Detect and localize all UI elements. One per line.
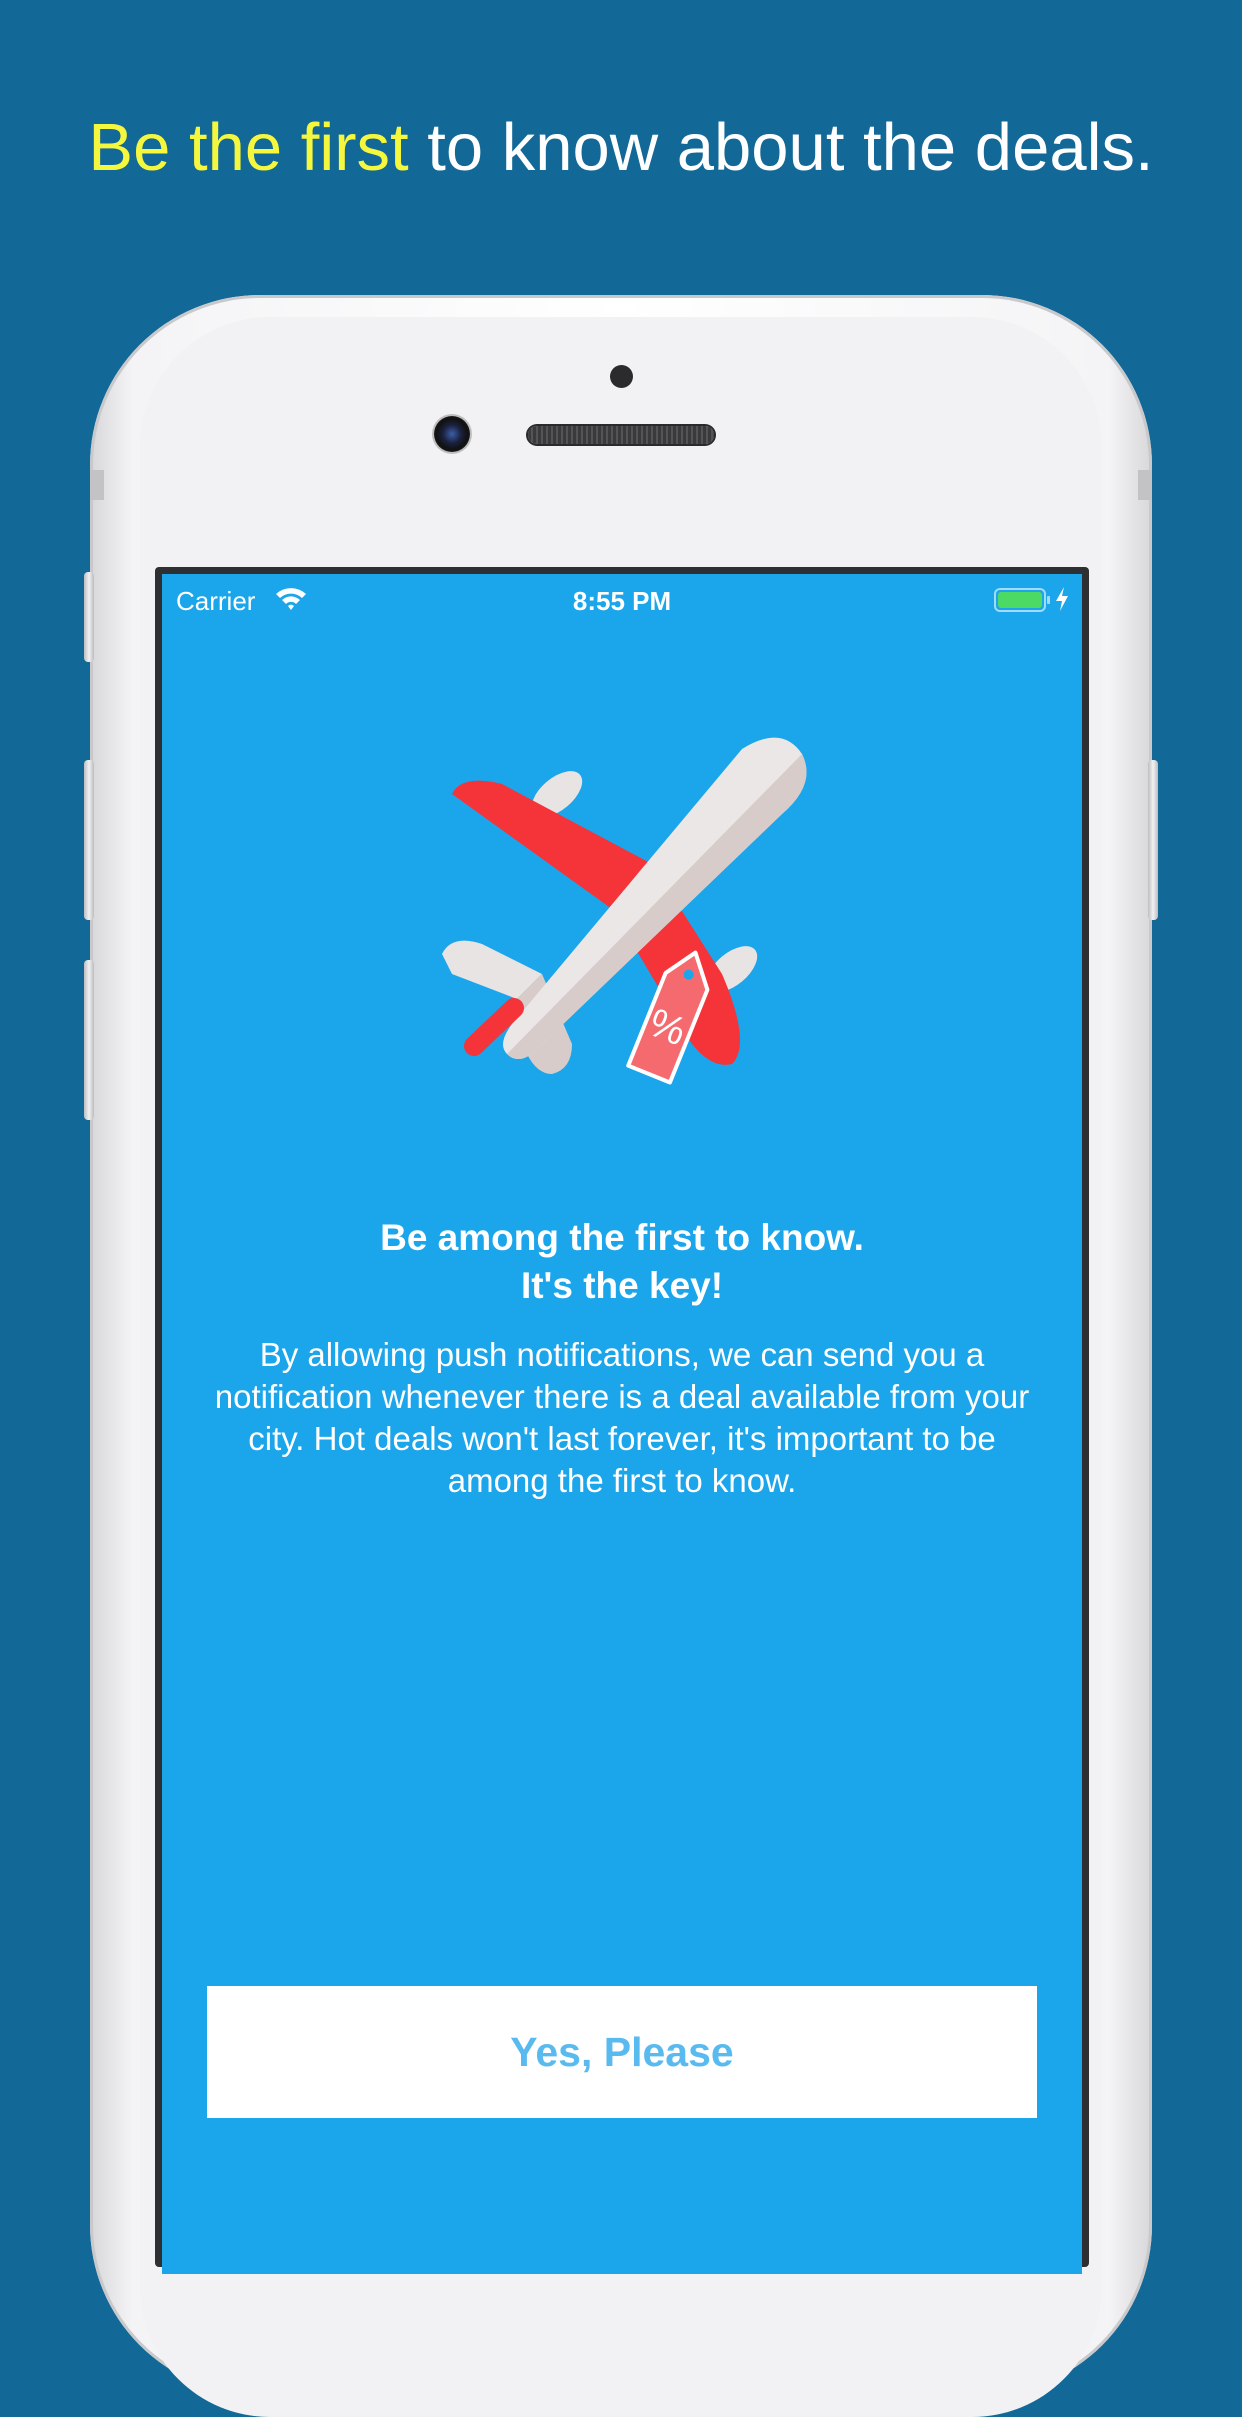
status-bar: Carrier 8:55 PM <box>162 574 1082 624</box>
antenna-band-right <box>1138 470 1152 500</box>
front-sensor <box>610 365 633 388</box>
mute-switch <box>84 572 94 662</box>
earpiece-speaker <box>528 426 714 444</box>
page-headline: Be the first to know about the deals. <box>0 100 1242 196</box>
volume-up-button <box>84 760 94 920</box>
title-line-1: Be among the first to know. <box>380 1217 864 1258</box>
charging-bolt-icon <box>1056 587 1068 611</box>
onboarding-description: By allowing push notifications, we can s… <box>214 1336 1030 1499</box>
app-screen: Carrier 8:55 PM % Be among the first to … <box>162 574 1082 2274</box>
battery-charging-icon <box>994 588 1050 612</box>
onboarding-title: Be among the first to know. It's the key… <box>222 1214 1022 1310</box>
airplane-discount-tag-icon: % <box>442 737 807 1085</box>
front-camera <box>434 416 470 452</box>
yes-please-button[interactable]: Yes, Please <box>207 1986 1037 2118</box>
title-line-2: It's the key! <box>520 1265 724 1306</box>
power-button <box>1148 760 1158 920</box>
antenna-band-left <box>90 470 104 500</box>
headline-highlight: Be the first <box>88 110 409 185</box>
headline-rest: to know about the deals. <box>408 110 1154 185</box>
volume-down-button <box>84 960 94 1120</box>
clock: 8:55 PM <box>572 586 672 616</box>
